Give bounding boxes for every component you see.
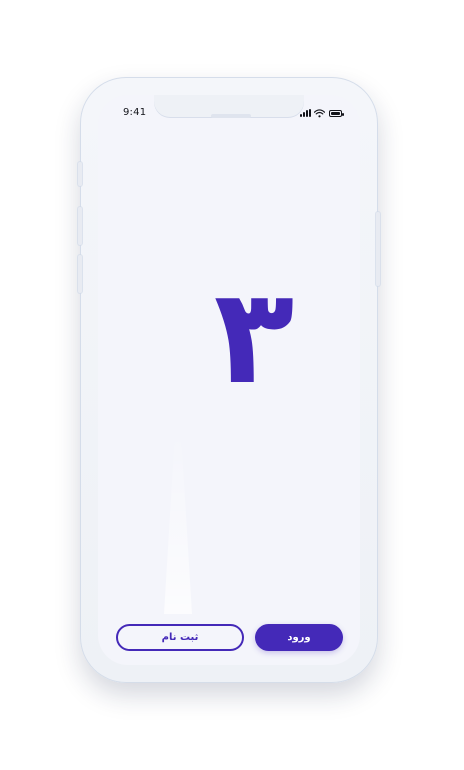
wifi-icon bbox=[314, 108, 325, 118]
splash-digit: ۳ bbox=[213, 260, 295, 414]
phone-screen: 9:41 ۳ ثبت نام ورود bbox=[98, 95, 360, 665]
silent-switch bbox=[78, 162, 82, 186]
background-light-streak bbox=[164, 429, 192, 614]
signal-icon bbox=[300, 109, 311, 117]
login-button[interactable]: ورود bbox=[255, 624, 343, 651]
register-button[interactable]: ثبت نام bbox=[116, 624, 244, 651]
phone-frame: 9:41 ۳ ثبت نام ورود bbox=[78, 77, 380, 683]
register-button-label: ثبت نام bbox=[161, 632, 199, 643]
volume-down-button bbox=[78, 255, 82, 293]
speaker-grill bbox=[211, 114, 251, 118]
power-button bbox=[376, 212, 380, 286]
mockup-stage: 9:41 ۳ ثبت نام ورود bbox=[0, 0, 464, 770]
status-icons bbox=[300, 108, 344, 118]
auth-actions: ثبت نام ورود bbox=[116, 624, 343, 651]
login-button-label: ورود bbox=[287, 632, 311, 643]
volume-up-button bbox=[78, 207, 82, 245]
battery-icon bbox=[329, 109, 344, 117]
status-time: 9:41 bbox=[123, 107, 147, 118]
